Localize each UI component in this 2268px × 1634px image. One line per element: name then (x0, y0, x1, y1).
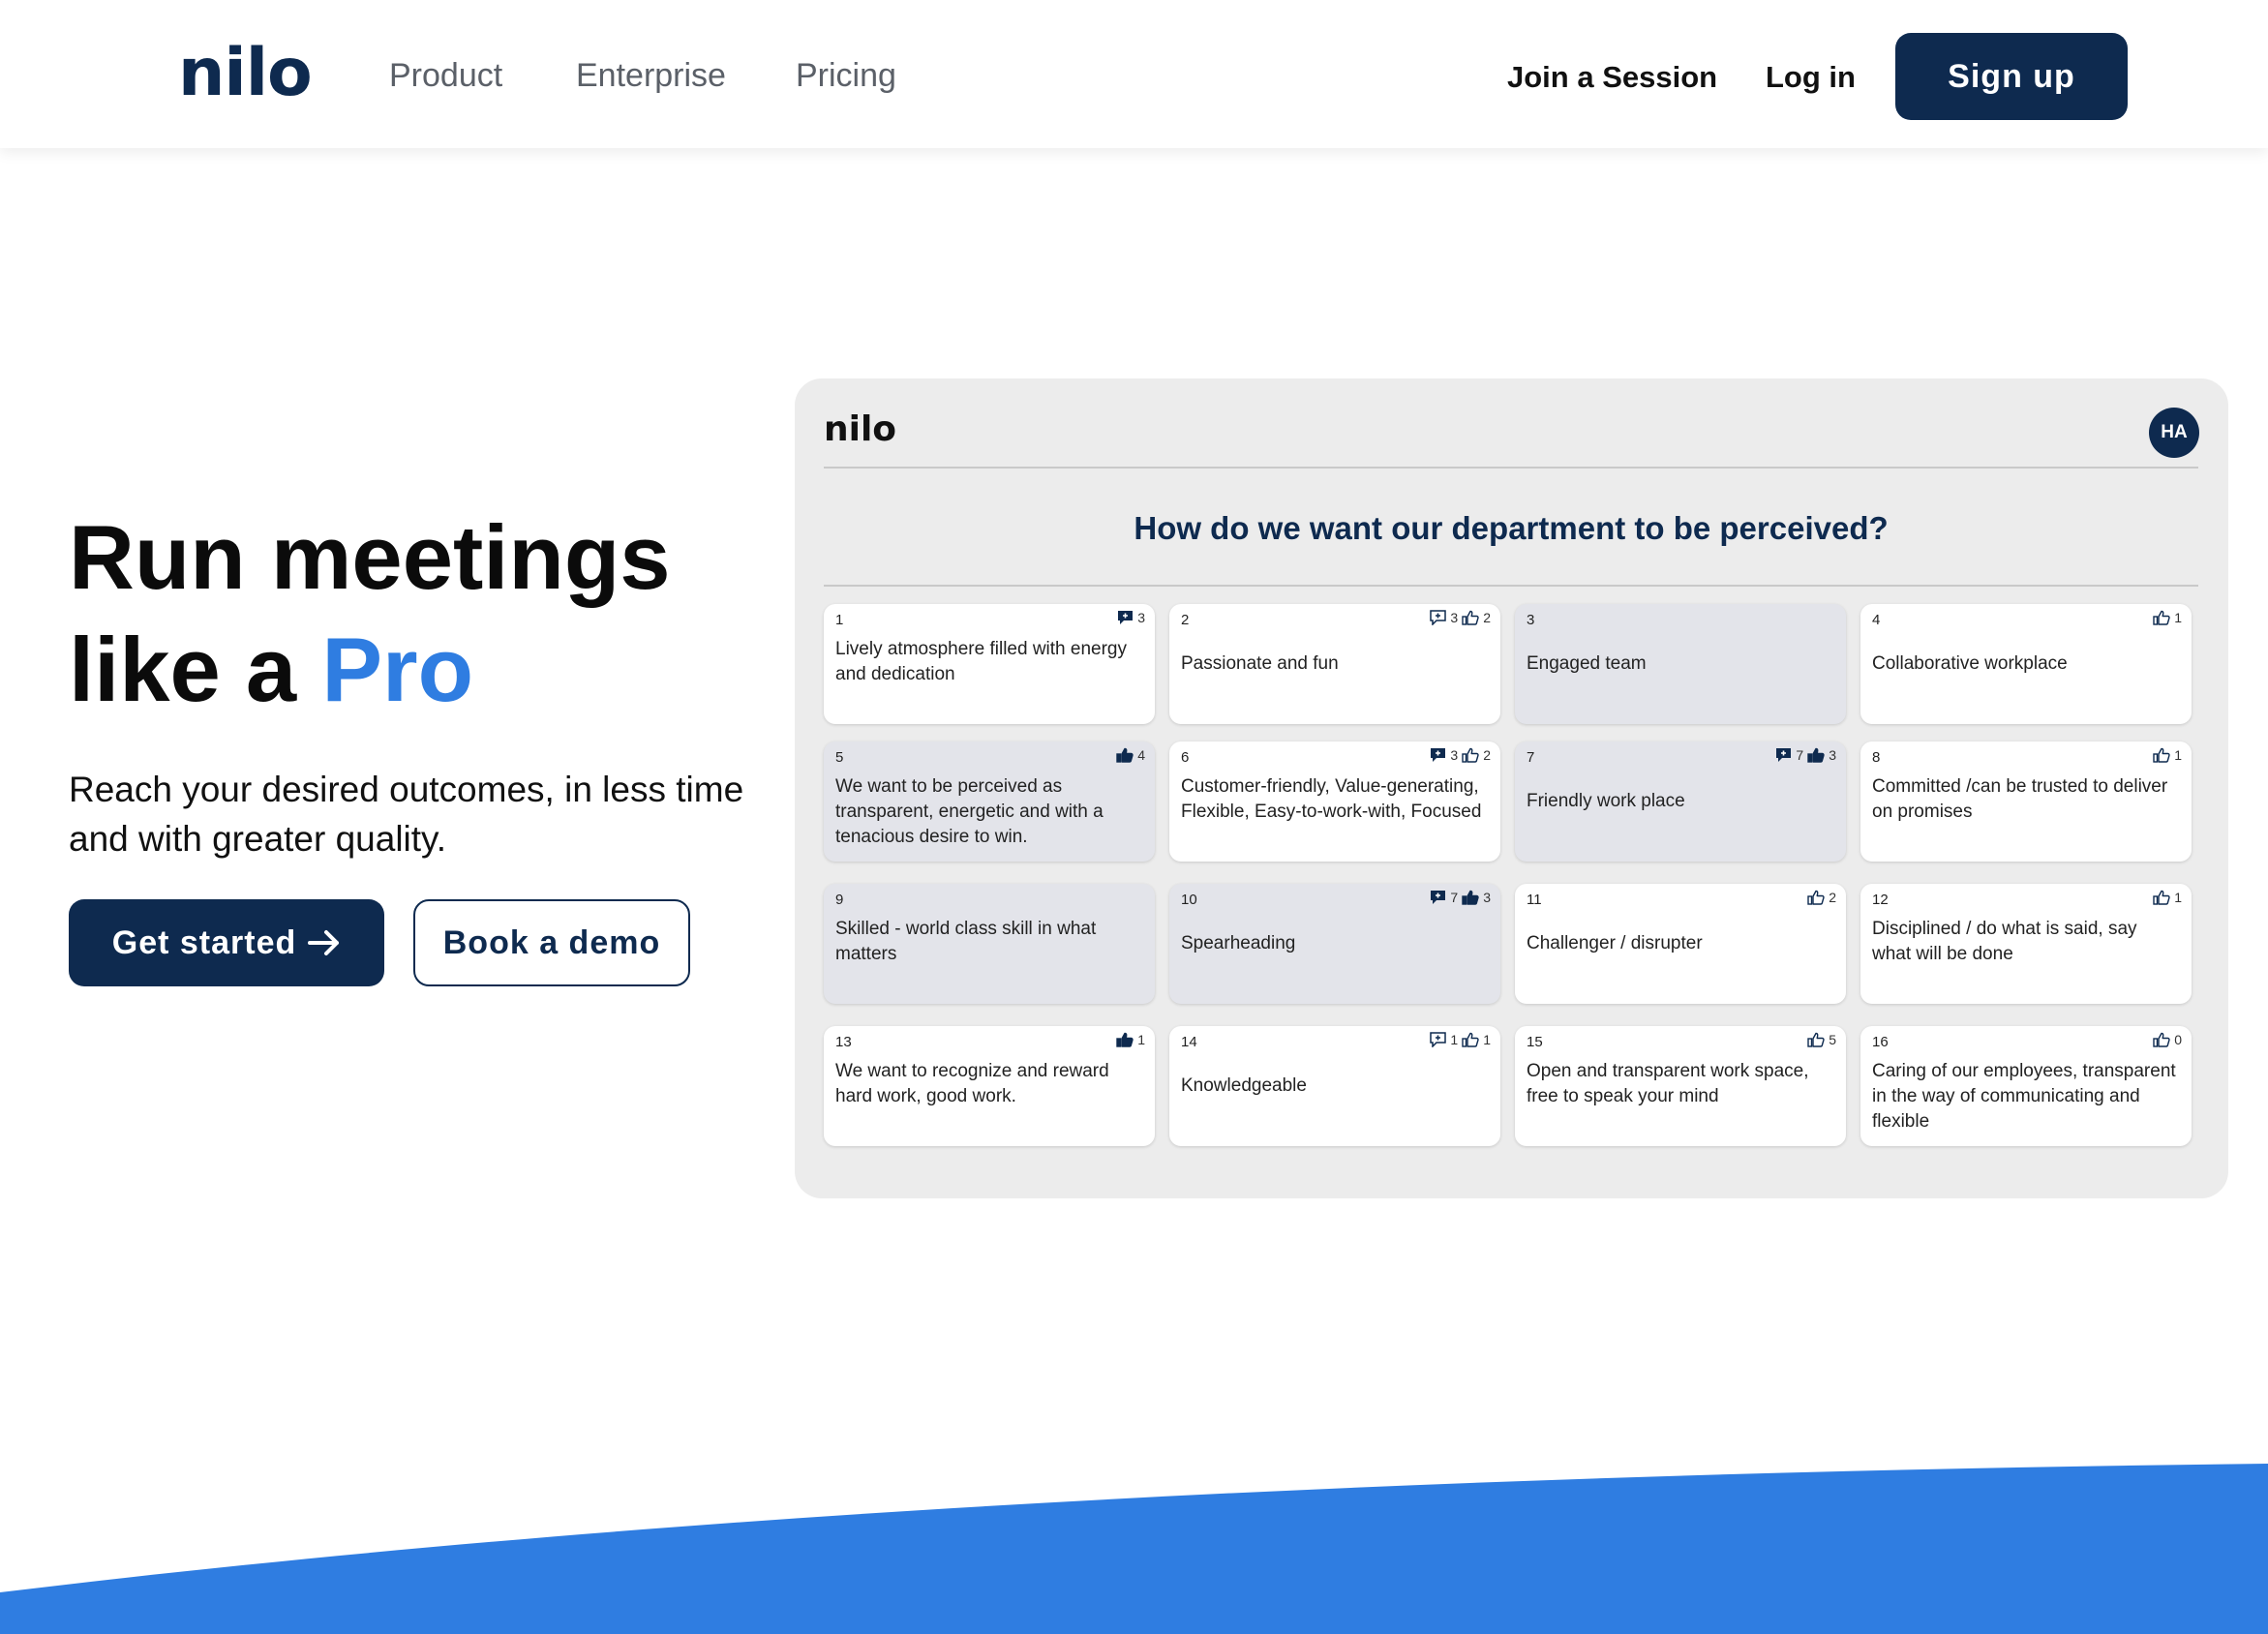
card-text: Open and transparent work space, free to… (1527, 1061, 1809, 1106)
hero-title-line2: like a (69, 619, 322, 720)
card-number: 12 (1872, 892, 1889, 908)
idea-card[interactable]: 5 4 We want to be perceived as transparent… (824, 741, 1155, 862)
card-text: Friendly work place (1527, 791, 1685, 811)
like-count: 0 (2174, 1032, 2182, 1047)
thumbs-up-icon (1807, 1032, 1825, 1047)
divider (824, 585, 2198, 587)
idea-card[interactable]: 4 1 Collaborative workplace (1860, 604, 2192, 724)
like-count: 4 (1137, 747, 1145, 763)
card-text: Engaged team (1527, 653, 1647, 674)
preview-logo: nilo (824, 409, 897, 449)
idea-card[interactable]: 8 1 Committed /can be trusted to deliver o… (1860, 741, 2192, 862)
nilo-logo[interactable]: nilo (178, 35, 313, 112)
card-text: Knowledgeable (1181, 1075, 1307, 1096)
card-number: 16 (1872, 1034, 1889, 1050)
comment-count: 3 (1137, 610, 1145, 625)
card-reactions[interactable]: 1 (1116, 1032, 1145, 1047)
card-text: Caring of our employees, transparent in … (1872, 1061, 2176, 1132)
nav-enterprise[interactable]: Enterprise (576, 56, 726, 95)
card-reactions[interactable]: 5 (1807, 1032, 1836, 1047)
nav-pricing[interactable]: Pricing (796, 56, 896, 95)
get-started-button[interactable]: Get started (69, 899, 384, 986)
idea-card[interactable]: 1 3 Lively atmosphere filled with energy a… (824, 604, 1155, 724)
idea-card[interactable]: 15 5 Open and transparent work space, free… (1515, 1026, 1846, 1146)
card-reactions[interactable]: 0 (2153, 1032, 2182, 1047)
join-session-link[interactable]: Join a Session (1507, 58, 1717, 97)
card-number: 8 (1872, 749, 1881, 766)
get-started-label: Get started (111, 923, 297, 961)
card-reactions[interactable]: 1 (2153, 747, 2182, 763)
thumbs-up-icon (2153, 747, 2170, 763)
card-text: Spearheading (1181, 933, 1296, 953)
session-question: How do we want our department to be perc… (1134, 510, 1889, 546)
thumbs-up-icon (2153, 890, 2170, 905)
idea-card[interactable]: 12 1 Disciplined / do what is said, say wh… (1860, 884, 2192, 1004)
like-count: 1 (2174, 890, 2182, 905)
app-preview: nilo HA How do we want our department to… (795, 378, 2228, 1198)
card-number: 9 (835, 892, 844, 908)
like-count: 5 (1829, 1032, 1836, 1047)
comment-count: 3 (1450, 747, 1459, 763)
card-text: Collaborative workplace (1872, 653, 2068, 674)
card-text: Customer-friendly, Value-generating, Fle… (1181, 776, 1482, 822)
thumbs-up-icon (2153, 1032, 2170, 1047)
card-reactions[interactable]: 32 (1430, 747, 1491, 763)
nav-product[interactable]: Product (389, 56, 502, 95)
card-reactions[interactable]: 1 (2153, 890, 2182, 905)
like-count: 1 (2174, 747, 2182, 763)
hero-subtitle: Reach your desired outcomes, in less tim… (69, 770, 744, 859)
avatar: HA (2149, 408, 2199, 458)
idea-card[interactable]: 11 2 Challenger / disrupter (1515, 884, 1846, 1004)
card-reactions[interactable]: 3 (1117, 610, 1145, 625)
card-number: 5 (835, 749, 844, 766)
idea-card[interactable]: 16 0 Caring of our employees, transparent … (1860, 1026, 2192, 1146)
divider (824, 467, 2198, 469)
signup-button[interactable]: Sign up (1895, 33, 2128, 120)
card-text: Passionate and fun (1181, 653, 1339, 674)
idea-card[interactable]: 6 3 2 Customer-friendly, Value-generating, … (1169, 741, 1500, 862)
like-count: 2 (1483, 747, 1491, 763)
idea-card[interactable]: 13 1 We want to recognize and reward hard … (824, 1026, 1155, 1146)
idea-card[interactable]: 14 1 1 Knowledgeable (1169, 1026, 1500, 1146)
like-count: 1 (1137, 1032, 1145, 1047)
book-demo-button[interactable]: Book a demo (413, 899, 690, 986)
card-text: We want to recognize and reward hard wor… (835, 1061, 1109, 1106)
hero-title-accent: Pro (321, 619, 474, 720)
idea-card[interactable]: 10 7 3 Spearheading (1169, 884, 1500, 1004)
hero-title-line1: Run meetings (69, 506, 671, 608)
card-text: Committed /can be trusted to deliver on … (1872, 776, 2168, 822)
login-link[interactable]: Log in (1766, 58, 1856, 97)
card-text: Lively atmosphere filled with energy and… (835, 639, 1127, 684)
card-text: Challenger / disrupter (1527, 933, 1703, 953)
arrow-right-icon (308, 930, 340, 955)
card-number: 15 (1527, 1034, 1543, 1050)
top-nav: nilo Product Enterprise Pricing Join a S… (0, 0, 2268, 148)
idea-card[interactable]: 9 Skilled - world class skill in what mat… (824, 884, 1155, 1004)
card-reactions[interactable]: 4 (1116, 747, 1145, 763)
card-text: We want to be perceived as transparent, … (835, 776, 1104, 847)
card-number: 1 (835, 612, 844, 628)
idea-card[interactable]: 3 Engaged team (1515, 604, 1846, 724)
card-number: 13 (835, 1034, 852, 1050)
comment-icon (1431, 748, 1446, 762)
blue-wave-decoration (0, 1464, 2268, 1634)
card-text: Skilled - world class skill in what matt… (835, 919, 1097, 964)
card-text: Disciplined / do what is said, say what … (1872, 919, 2137, 964)
thumbs-up-icon (1462, 747, 1479, 763)
thumbs-up-icon (1116, 747, 1134, 763)
hero-title: Run meetings like a Pro (69, 501, 671, 726)
card-number: 6 (1181, 749, 1190, 766)
landing-page: nilo Product Enterprise Pricing Join a S… (0, 0, 2268, 1634)
thumbs-up-icon (1116, 1032, 1134, 1047)
idea-card[interactable]: 7 7 3 Friendly work place (1515, 741, 1846, 862)
comment-icon (1118, 611, 1134, 624)
idea-card[interactable]: 2 3 2 Passionate and fun (1169, 604, 1500, 724)
